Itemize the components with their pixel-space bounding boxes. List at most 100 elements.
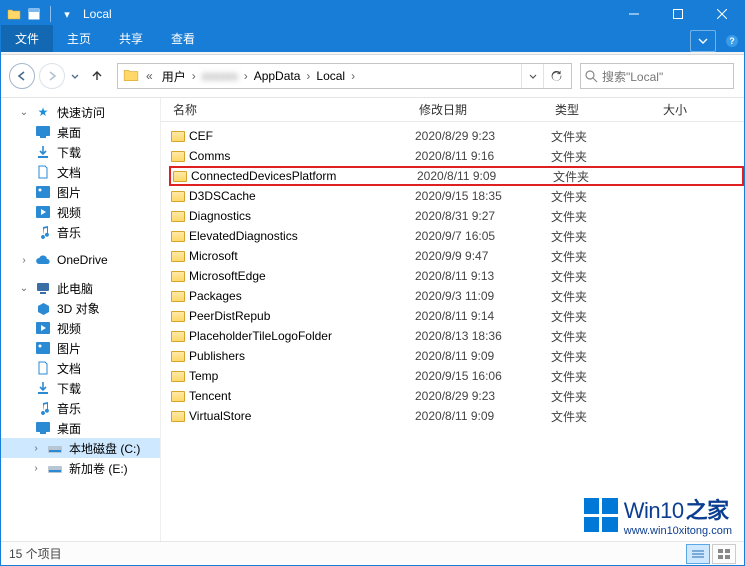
breadcrumb-item[interactable]: 用户 <box>157 64 191 88</box>
folder-icon <box>171 168 189 184</box>
table-row[interactable]: Publishers2020/8/11 9:09文件夹 <box>169 346 744 366</box>
tab-file[interactable]: 文件 <box>1 25 53 52</box>
table-row[interactable]: Comms2020/8/11 9:16文件夹 <box>169 146 744 166</box>
ribbon-expand-icon[interactable] <box>690 30 716 52</box>
nav-desktop[interactable]: 桌面 <box>1 418 160 438</box>
column-name[interactable]: 名称 <box>169 101 415 118</box>
chevron-right-icon[interactable]: › <box>350 69 356 83</box>
nav-documents[interactable]: 文档 <box>1 162 160 182</box>
nav-quick-access[interactable]: ⌄ ★ 快速访问 <box>1 102 160 122</box>
breadcrumb-item[interactable]: Local <box>311 64 350 88</box>
table-row[interactable]: Packages2020/9/3 11:09文件夹 <box>169 286 744 306</box>
close-button[interactable] <box>700 1 744 27</box>
file-type: 文件夹 <box>551 288 659 305</box>
nav-pictures[interactable]: 图片 <box>1 338 160 358</box>
nav-thispc[interactable]: ⌄此电脑 <box>1 278 160 298</box>
minimize-button[interactable] <box>612 1 656 27</box>
nav-music[interactable]: 音乐 <box>1 222 160 242</box>
breadcrumb-overflow-icon[interactable]: « <box>142 69 157 83</box>
file-name: Packages <box>187 289 415 303</box>
table-row[interactable]: ElevatedDiagnostics2020/9/7 16:05文件夹 <box>169 226 744 246</box>
table-row[interactable]: ConnectedDevicesPlatform2020/8/11 9:09文件… <box>169 166 744 186</box>
table-row[interactable]: CEF2020/8/29 9:23文件夹 <box>169 126 744 146</box>
file-modified: 2020/8/11 9:09 <box>417 169 553 183</box>
nav-drive-e[interactable]: ›新加卷 (E:) <box>1 458 160 478</box>
document-icon <box>35 360 51 376</box>
nav-drive-c[interactable]: ›本地磁盘 (C:) <box>1 438 160 458</box>
nav-onedrive[interactable]: ›OneDrive <box>1 250 160 270</box>
file-type: 文件夹 <box>551 188 659 205</box>
forward-button[interactable] <box>39 63 65 89</box>
file-modified: 2020/8/13 18:36 <box>415 329 551 343</box>
help-icon[interactable]: ? <box>720 30 744 52</box>
file-name: Microsoft <box>187 249 415 263</box>
column-modified[interactable]: 修改日期 <box>415 101 551 118</box>
download-icon <box>35 380 51 396</box>
file-name: Tencent <box>187 389 415 403</box>
folder-icon <box>169 408 187 424</box>
nav-music[interactable]: 音乐 <box>1 398 160 418</box>
nav-downloads[interactable]: 下载 <box>1 142 160 162</box>
music-icon <box>35 400 51 416</box>
back-button[interactable] <box>9 63 35 89</box>
file-modified: 2020/8/11 9:09 <box>415 349 551 363</box>
nav-desktop[interactable]: 桌面 <box>1 122 160 142</box>
tab-view[interactable]: 查看 <box>157 25 209 52</box>
file-type: 文件夹 <box>551 348 659 365</box>
view-icons-button[interactable] <box>712 544 736 564</box>
folder-icon <box>169 368 187 384</box>
view-details-button[interactable] <box>686 544 710 564</box>
column-size[interactable]: 大小 <box>659 101 719 118</box>
navigation-pane[interactable]: ⌄ ★ 快速访问 桌面 下载 文档 图片 视频 音乐 ›OneDrive ⌄此电… <box>1 98 161 543</box>
table-row[interactable]: Microsoft2020/9/9 9:47文件夹 <box>169 246 744 266</box>
file-type: 文件夹 <box>551 148 659 165</box>
nav-downloads[interactable]: 下载 <box>1 378 160 398</box>
properties-icon[interactable] <box>26 6 42 22</box>
up-button[interactable] <box>85 64 109 88</box>
nav-pictures[interactable]: 图片 <box>1 182 160 202</box>
item-count: 15 个项目 <box>9 545 62 562</box>
address-dropdown-icon[interactable] <box>521 64 543 88</box>
file-type: 文件夹 <box>551 128 659 145</box>
file-name: D3DSCache <box>187 189 415 203</box>
table-row[interactable]: D3DSCache2020/9/15 18:35文件夹 <box>169 186 744 206</box>
history-dropdown-icon[interactable] <box>69 63 81 89</box>
desktop-icon <box>35 420 51 436</box>
table-row[interactable]: PeerDistRepub2020/8/11 9:14文件夹 <box>169 306 744 326</box>
refresh-button[interactable] <box>543 64 569 88</box>
file-name: VirtualStore <box>187 409 415 423</box>
navigation-toolbar: « 用户› xxxxxx› AppData› Local› 搜索"Local" <box>1 55 744 97</box>
table-row[interactable]: PlaceholderTileLogoFolder2020/8/13 18:36… <box>169 326 744 346</box>
file-name: PlaceholderTileLogoFolder <box>187 329 415 343</box>
file-type: 文件夹 <box>551 408 659 425</box>
window-title: Local <box>83 7 112 21</box>
folder-icon <box>169 268 187 284</box>
nav-3d-objects[interactable]: 3D 对象 <box>1 298 160 318</box>
table-row[interactable]: MicrosoftEdge2020/8/11 9:13文件夹 <box>169 266 744 286</box>
address-bar[interactable]: « 用户› xxxxxx› AppData› Local› <box>117 63 572 89</box>
breadcrumb-item[interactable]: AppData <box>249 64 306 88</box>
table-row[interactable]: Diagnostics2020/8/31 9:27文件夹 <box>169 206 744 226</box>
file-modified: 2020/9/3 11:09 <box>415 289 551 303</box>
table-row[interactable]: Tencent2020/8/29 9:23文件夹 <box>169 386 744 406</box>
search-input[interactable]: 搜索"Local" <box>580 63 734 89</box>
file-name: Publishers <box>187 349 415 363</box>
file-modified: 2020/8/11 9:13 <box>415 269 551 283</box>
qat-dropdown-icon[interactable]: ▾ <box>59 6 75 22</box>
table-row[interactable]: VirtualStore2020/8/11 9:09文件夹 <box>169 406 744 426</box>
folder-icon <box>169 208 187 224</box>
tab-home[interactable]: 主页 <box>53 25 105 52</box>
table-row[interactable]: Temp2020/9/15 16:06文件夹 <box>169 366 744 386</box>
column-type[interactable]: 类型 <box>551 101 659 118</box>
nav-videos[interactable]: 视频 <box>1 318 160 338</box>
folder-icon <box>6 6 22 22</box>
folder-icon <box>169 288 187 304</box>
nav-documents[interactable]: 文档 <box>1 358 160 378</box>
nav-videos[interactable]: 视频 <box>1 202 160 222</box>
tab-share[interactable]: 共享 <box>105 25 157 52</box>
cloud-icon <box>35 252 51 268</box>
maximize-button[interactable] <box>656 1 700 27</box>
picture-icon <box>35 184 51 200</box>
breadcrumb-item-redacted[interactable]: xxxxxx <box>197 64 243 88</box>
folder-icon <box>169 148 187 164</box>
